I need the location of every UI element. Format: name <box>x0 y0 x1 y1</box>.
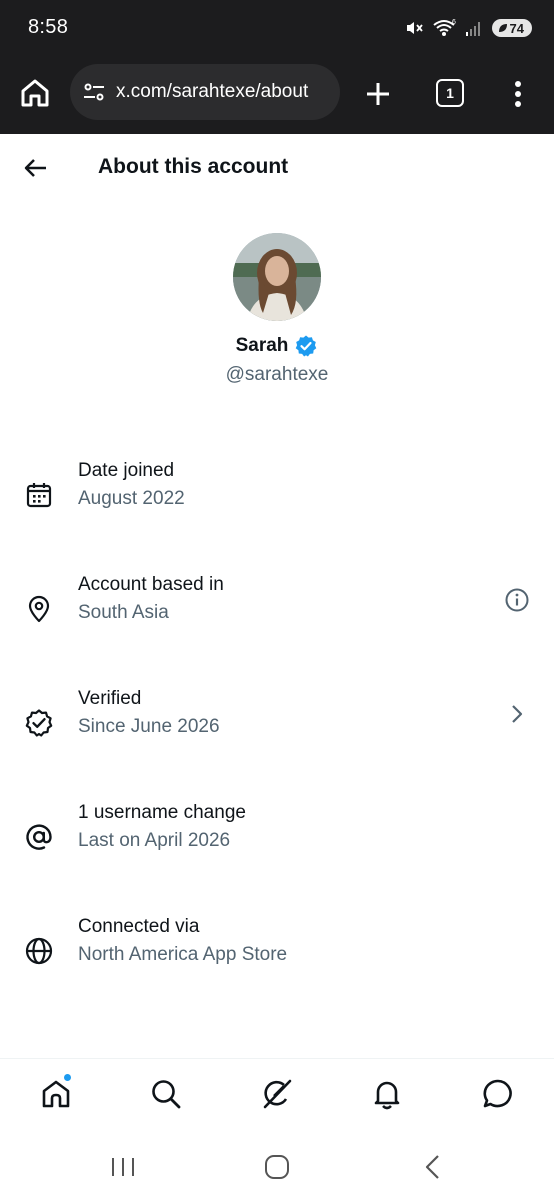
more-menu-icon[interactable] <box>508 80 528 108</box>
info-row-verified[interactable]: Verified Since June 2026 <box>0 688 554 768</box>
browser-chrome: 8:58 6 74 x.com/sarahtexe/about 1 <box>0 0 554 134</box>
info-row-account-based-in: Account based in South Asia <box>0 574 554 654</box>
calendar-icon <box>26 483 52 508</box>
info-value: Since June 2026 <box>78 716 220 737</box>
notification-dot <box>63 1073 72 1082</box>
bell-icon[interactable] <box>370 1077 404 1111</box>
info-value: North America App Store <box>78 944 288 965</box>
page-header: About this account <box>0 134 554 200</box>
back-arrow-icon[interactable] <box>22 154 50 182</box>
info-label: Account based in <box>78 574 224 595</box>
profile-name: Sarah <box>235 335 289 356</box>
wifi-icon: 6 <box>432 19 456 36</box>
avatar[interactable] <box>233 233 321 321</box>
at-sign-icon <box>26 824 52 850</box>
site-settings-icon[interactable] <box>82 80 106 104</box>
leaf-icon <box>498 24 507 32</box>
info-row-date-joined: Date joined August 2022 <box>0 460 554 540</box>
profile-name-row: Sarah <box>0 334 554 358</box>
messages-icon[interactable] <box>481 1077 515 1111</box>
android-home-icon[interactable] <box>262 1152 292 1182</box>
info-icon[interactable] <box>504 587 530 613</box>
svg-text:6: 6 <box>452 19 456 26</box>
info-label: Date joined <box>78 460 175 481</box>
info-row-connected-via: Connected via North America App Store <box>0 916 554 996</box>
status-time: 8:58 <box>28 16 69 38</box>
info-value: Last on April 2026 <box>78 830 231 851</box>
url-text: x.com/sarahtexe/about <box>116 81 309 102</box>
status-bar: 8:58 6 74 <box>0 0 554 58</box>
address-bar[interactable]: x.com/sarahtexe/about <box>70 64 340 120</box>
signal-icon <box>465 22 480 36</box>
android-nav-bar <box>0 1134 554 1200</box>
home-icon[interactable] <box>39 1077 73 1111</box>
location-pin-icon <box>28 595 50 623</box>
info-row-username-change: 1 username change Last on April 2026 <box>0 802 554 882</box>
avatar-image <box>233 233 321 321</box>
info-label: Connected via <box>78 916 200 937</box>
chevron-right-icon[interactable] <box>504 701 530 727</box>
info-value: South Asia <box>78 602 169 623</box>
browser-home-icon[interactable] <box>18 76 52 110</box>
verified-badge-outline-icon <box>25 709 53 737</box>
battery-level: 74 <box>509 20 524 36</box>
profile-handle: @sarahtexe <box>225 364 329 385</box>
url-bar-row: x.com/sarahtexe/about 1 <box>0 64 554 122</box>
page-title: About this account <box>98 155 289 178</box>
grok-icon[interactable] <box>260 1077 294 1111</box>
recent-apps-icon[interactable] <box>108 1152 138 1182</box>
globe-icon <box>25 937 53 965</box>
android-back-icon[interactable] <box>418 1152 448 1182</box>
verified-badge-icon[interactable] <box>294 334 318 358</box>
info-value: August 2022 <box>78 488 185 509</box>
tab-switcher-button[interactable]: 1 <box>436 79 464 107</box>
search-icon[interactable] <box>149 1077 183 1111</box>
info-label: Verified <box>78 688 142 709</box>
battery-indicator: 74 <box>491 19 532 37</box>
status-icons: 6 74 <box>404 18 532 38</box>
new-tab-icon[interactable] <box>364 80 392 108</box>
info-label: 1 username change <box>78 802 246 823</box>
mute-icon <box>406 22 423 34</box>
bottom-nav <box>0 1058 554 1134</box>
